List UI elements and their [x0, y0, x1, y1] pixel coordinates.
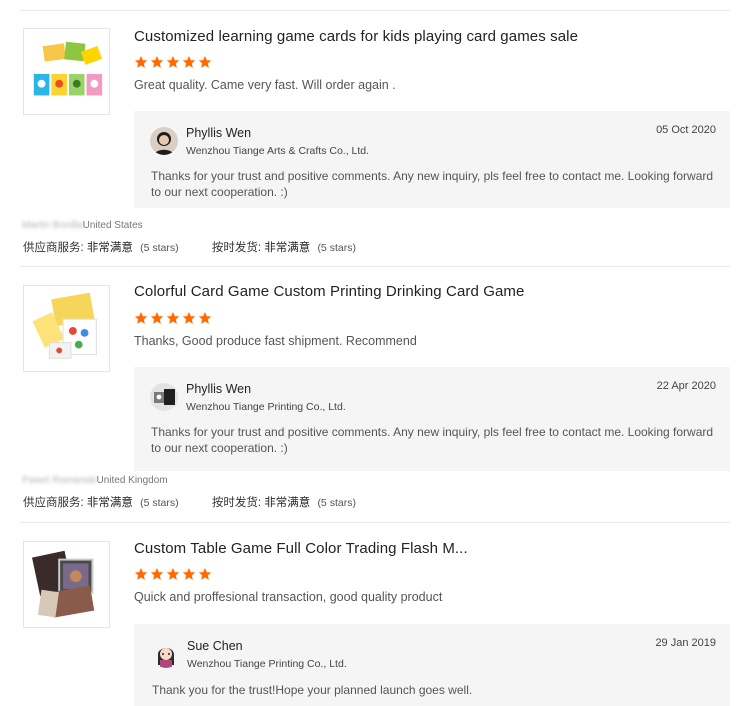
buyer-info: Pawel RomanskiUnited Kingdom [22, 475, 168, 486]
supplier-ratings: 供应商服务: 非常满意 (5 stars) 按时发货: 非常满意 (5 star… [23, 239, 356, 255]
seller-reply: Phyllis Wen Wenzhou Tiange Arts & Crafts… [134, 111, 730, 208]
seller-name: Phyllis Wen [186, 126, 252, 140]
rating-value: 非常满意 [86, 497, 133, 509]
buyer-info: Martin BonillaUnited States [22, 220, 143, 231]
rating-label: 按时发货: [211, 497, 262, 509]
review-comment: Thanks, Good produce fast shipment. Reco… [134, 334, 417, 348]
rating-supplier-service: 供应商服务: 非常满意 (5 stars) [23, 494, 179, 510]
star-rating [134, 55, 212, 69]
top-divider [20, 10, 730, 11]
star-icon [150, 312, 164, 324]
rating-count: (5 stars) [140, 242, 179, 254]
rating-value: 非常满意 [264, 497, 311, 509]
star-icon [198, 312, 212, 324]
colorful-card-game-product-image[interactable] [23, 285, 110, 372]
reply-date: 05 Oct 2020 [656, 124, 716, 136]
review-comment: Great quality. Came very fast. Will orde… [134, 78, 396, 92]
star-icon [166, 56, 180, 68]
seller-avatar-photo [150, 127, 178, 155]
star-rating [134, 311, 212, 325]
seller-name: Phyllis Wen [186, 382, 252, 396]
buyer-name-blurred: Pawel Romanski [22, 475, 97, 486]
star-icon [150, 56, 164, 68]
reply-date: 29 Jan 2019 [655, 637, 716, 649]
seller-reply: Sue Chen Wenzhou Tiange Printing Co., Lt… [134, 624, 730, 706]
table-game-cards-product-image[interactable] [23, 541, 110, 628]
reply-text: Thanks for your trust and positive comme… [151, 169, 714, 199]
kids-game-cards-product-image[interactable] [23, 28, 110, 115]
star-icon [182, 312, 196, 324]
reply-text: Thank you for the trust!Hope your planne… [152, 683, 473, 697]
buyer-name-blurred: Martin Bonilla [22, 220, 83, 231]
seller-reply: Phyllis Wen Wenzhou Tiange Printing Co.,… [134, 367, 730, 471]
star-icon [166, 312, 180, 324]
rating-value: 非常满意 [264, 242, 311, 254]
rating-value: 非常满意 [86, 242, 133, 254]
star-icon [134, 568, 148, 580]
seller-avatar-logo [150, 383, 178, 411]
star-icon [134, 56, 148, 68]
star-icon [182, 56, 196, 68]
seller-company[interactable]: Wenzhou Tiange Printing Co., Ltd. [186, 401, 346, 413]
seller-name: Sue Chen [187, 639, 243, 653]
product-title[interactable]: Custom Table Game Full Color Trading Fla… [134, 540, 468, 557]
star-icon [198, 56, 212, 68]
rating-label: 供应商服务: [23, 242, 84, 254]
star-icon [182, 568, 196, 580]
review-divider [20, 266, 730, 267]
star-rating [134, 567, 212, 581]
product-title[interactable]: Customized learning game cards for kids … [134, 28, 578, 45]
supplier-ratings: 供应商服务: 非常满意 (5 stars) 按时发货: 非常满意 (5 star… [23, 494, 356, 510]
star-icon [166, 568, 180, 580]
rating-count: (5 stars) [140, 497, 179, 509]
star-icon [198, 568, 212, 580]
rating-on-time-delivery: 按时发货: 非常满意 (5 stars) [212, 494, 356, 510]
review-comment: Quick and proffesional transaction, good… [134, 590, 443, 604]
product-title[interactable]: Colorful Card Game Custom Printing Drink… [134, 283, 524, 300]
rating-label: 按时发货: [211, 242, 262, 254]
buyer-country: United Kingdom [96, 475, 168, 486]
rating-supplier-service: 供应商服务: 非常满意 (5 stars) [23, 239, 179, 255]
review-divider [20, 522, 730, 523]
star-icon [134, 312, 148, 324]
rating-count: (5 stars) [317, 242, 356, 254]
rating-on-time-delivery: 按时发货: 非常满意 (5 stars) [212, 239, 356, 255]
star-icon [150, 568, 164, 580]
seller-company[interactable]: Wenzhou Tiange Printing Co., Ltd. [187, 658, 347, 670]
rating-count: (5 stars) [317, 497, 356, 509]
reply-text: Thanks for your trust and positive comme… [151, 425, 714, 455]
rating-label: 供应商服务: [23, 497, 84, 509]
seller-company[interactable]: Wenzhou Tiange Arts & Crafts Co., Ltd. [186, 145, 369, 157]
seller-avatar-cartoon [152, 640, 180, 668]
buyer-country: United States [82, 220, 143, 231]
reply-date: 22 Apr 2020 [656, 380, 716, 392]
